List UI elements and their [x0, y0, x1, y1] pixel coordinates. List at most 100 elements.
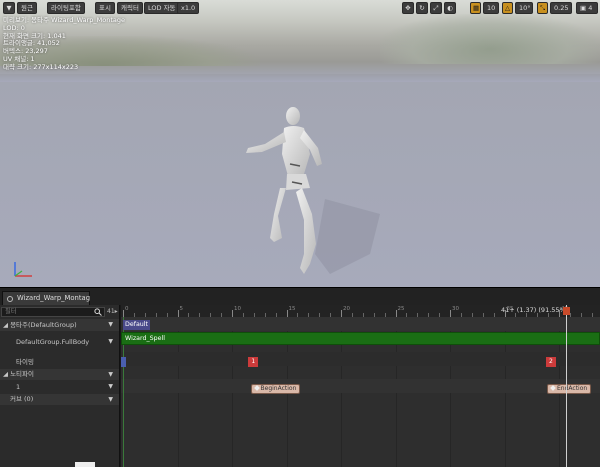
chevron-down-icon[interactable]: ▼: [108, 333, 113, 351]
grid-snap-value[interactable]: 10: [483, 2, 499, 14]
viewport-stats: 미리보기: 몽타주 Wizard_Warp_Montage LOD: 0 현재 …: [3, 16, 125, 72]
ruler-tick: [450, 310, 451, 317]
notify-track-label: 1: [16, 383, 21, 391]
filter-placeholder: 필터: [5, 308, 17, 315]
slot-name-label: Default: [125, 321, 149, 328]
ruler-label: 0: [125, 306, 129, 312]
scale-snap-label: 0.25: [554, 4, 569, 12]
world-local-icon[interactable]: ◐: [444, 2, 456, 14]
frame-readout: 41+ (1.37) (91.55%): [501, 306, 569, 314]
track-options-label: 41▸: [107, 308, 118, 315]
notify-label: EndAction: [557, 385, 588, 392]
menu-arrow-icon: ▼: [6, 4, 12, 12]
grid-snap-icon[interactable]: ▦: [470, 2, 481, 14]
scale-icon[interactable]: ⤢: [430, 2, 442, 14]
slot-name-row-bg: [121, 317, 600, 331]
ruler-label: 15: [288, 306, 296, 312]
scrollbar-thumb[interactable]: [75, 462, 95, 467]
timing-label: 타이밍: [16, 358, 34, 366]
track-options-button[interactable]: 41▸: [107, 307, 119, 317]
speed-label: x1.0: [181, 4, 196, 12]
viewport[interactable]: ▼ 원근 라이팅포함 표시 캐릭터 LOD 자동 x1.0 ✥ ↻ ⤢ ◐ ▦ …: [0, 0, 600, 287]
translate-icon[interactable]: ✥: [402, 2, 414, 14]
scale-snap-value[interactable]: 0.25: [550, 2, 572, 14]
ruler-tick: [232, 310, 233, 317]
montage-group-label: 몽타주(DefaultGroup): [10, 321, 77, 329]
ruler-label: 20: [343, 306, 350, 312]
angle-snap-label: 10°: [519, 4, 531, 12]
search-icon[interactable]: [94, 308, 102, 316]
montage-icon: [7, 296, 13, 302]
section-marker[interactable]: [121, 357, 126, 367]
montage-group-row[interactable]: ◢ 몽타주(DefaultGroup) ▼: [0, 319, 119, 331]
mannequin-character[interactable]: [230, 104, 380, 280]
show-button[interactable]: 표시: [95, 2, 115, 14]
ruler-tick: [177, 310, 179, 317]
chevron-down-icon[interactable]: ▼: [108, 394, 113, 405]
notify-diamond-icon: [253, 385, 260, 391]
playhead-handle[interactable]: [562, 307, 570, 315]
chevron-down-icon[interactable]: ▼: [108, 319, 113, 331]
chevron-down-icon[interactable]: ▼: [108, 369, 113, 380]
collapse-arrow-icon[interactable]: ◢: [3, 370, 8, 378]
playhead-line[interactable]: [565, 305, 567, 467]
notify-row-bg: [121, 379, 600, 393]
notifies-label: 노티파이: [10, 370, 34, 378]
ruler-tick: [123, 310, 124, 317]
segment-label: Wizard_Spell: [125, 335, 165, 342]
background-trees: [380, 14, 600, 64]
angle-snap-value[interactable]: 10°: [515, 2, 533, 14]
slot-row[interactable]: DefaultGroup.FullBody ▼: [0, 333, 119, 351]
character-label: 캐릭터: [121, 4, 139, 12]
ruler-label: 25: [397, 306, 405, 312]
slot-label: DefaultGroup.FullBody: [16, 338, 90, 346]
chevron-down-icon[interactable]: ▼: [108, 381, 113, 393]
filter-input[interactable]: 필터: [1, 307, 105, 317]
character-button[interactable]: 캐릭터: [117, 2, 143, 14]
ruler-tick: [341, 310, 342, 317]
timing-row[interactable]: 타이밍: [0, 356, 119, 368]
notify-diamond-icon: [550, 385, 556, 391]
show-label: 표시: [99, 4, 111, 12]
lighting-label: 라이팅포함: [51, 4, 81, 12]
curves-label: 커브 (0): [10, 395, 34, 403]
stats-approx-size: 대략 크기: 277x114x223: [3, 62, 79, 71]
grid-snap-label: 10: [487, 4, 496, 12]
timing-row-bg: [121, 352, 600, 366]
lod-button[interactable]: LOD 자동: [144, 2, 180, 14]
playback-speed-button[interactable]: x1.0: [177, 2, 200, 14]
camera-icon: ▣: [580, 4, 587, 12]
track-list-panel: 필터 41▸ ◢ 몽타주(DefaultGroup) ▼ DefaultGrou…: [0, 305, 120, 467]
lighting-button[interactable]: 라이팅포함: [47, 2, 85, 14]
horizon: [0, 74, 600, 82]
notify-event[interactable]: EndAction: [547, 384, 592, 394]
ruler-tick: [286, 310, 288, 317]
axis-gizmo-icon: [14, 262, 32, 277]
slot-name-badge[interactable]: Default: [123, 320, 151, 330]
notify-event[interactable]: BeginAction: [250, 384, 301, 394]
ruler-label: 30: [452, 306, 459, 312]
rotate-icon[interactable]: ↻: [416, 2, 428, 14]
montage-timeline[interactable]: 0510152025303540 Default Wizard_Spell 12…: [121, 305, 600, 467]
ruler-label: 10: [234, 306, 241, 312]
notifies-row[interactable]: ◢ 노티파이 ▼: [0, 369, 119, 380]
viewport-menu-button[interactable]: ▼: [3, 2, 15, 14]
angle-snap-icon[interactable]: △: [502, 2, 513, 14]
collapse-arrow-icon[interactable]: ◢: [3, 321, 8, 329]
camera-speed-button[interactable]: ▣ 4: [576, 2, 598, 14]
tab-montage[interactable]: Wizard_Warp_Montag: [2, 291, 90, 305]
ruler-label: 5: [179, 306, 184, 312]
curves-row[interactable]: 커브 (0) ▼: [0, 394, 119, 405]
anim-segment[interactable]: Wizard_Spell: [121, 332, 600, 345]
lod-label: LOD 자동: [148, 4, 176, 12]
notify-label: BeginAction: [260, 385, 297, 392]
perspective-button[interactable]: 원근: [17, 2, 37, 14]
section-marker[interactable]: 2: [545, 357, 556, 367]
ruler-tick: [395, 310, 397, 317]
notify-track-row[interactable]: 1 ▼: [0, 381, 119, 393]
section-marker[interactable]: 1: [248, 357, 259, 367]
perspective-label: 원근: [21, 4, 33, 12]
montage-tab-bar: Wizard_Warp_Montag: [0, 287, 600, 305]
scale-snap-icon[interactable]: ⤡: [537, 2, 548, 14]
camera-speed-label: 4: [588, 4, 593, 12]
